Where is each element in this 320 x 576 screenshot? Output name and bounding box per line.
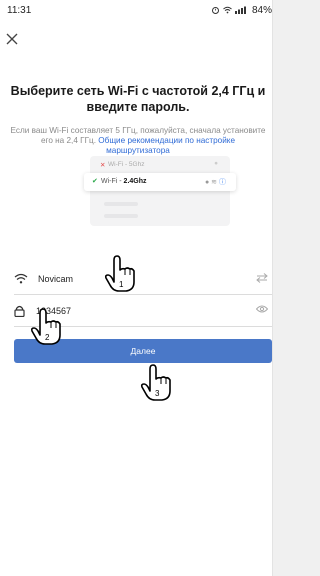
- wifi-status-icon: [223, 6, 232, 14]
- step-number-3: 3: [155, 389, 160, 398]
- pointing-hand-step1: 1: [104, 255, 135, 292]
- status-time: 11:31: [7, 5, 32, 16]
- router-tips-link[interactable]: Общие рекомендации по настройке маршрути…: [98, 136, 235, 155]
- switch-network-icon[interactable]: [256, 273, 268, 283]
- close-icon[interactable]: [5, 32, 19, 46]
- step-number-1: 1: [119, 280, 124, 289]
- page-subtitle: Если ваш Wi-Fi составляет 5 ГГц, пожалуй…: [10, 126, 266, 156]
- step-number-2: 2: [45, 333, 50, 342]
- check-icon: ✔: [92, 178, 98, 185]
- wifi-ssid-value[interactable]: Novicam: [38, 274, 73, 284]
- battery-level: 84%: [251, 5, 272, 16]
- cross-icon: ✕: [100, 162, 106, 169]
- placeholder-bar: [104, 214, 138, 218]
- wifi-icon: ≋: [211, 179, 218, 186]
- show-password-icon[interactable]: [256, 305, 268, 313]
- wifi-ssid-field[interactable]: Novicam: [14, 264, 272, 295]
- lock-icon: ●: [214, 160, 218, 167]
- signal-icon: [235, 6, 246, 14]
- lock-icon: ●: [204, 179, 210, 186]
- status-bar: 11:31 84%: [0, 0, 273, 22]
- pointing-hand-step2: 2: [30, 308, 61, 345]
- placeholder-bar: [104, 202, 138, 206]
- info-icon: ⓘ: [219, 179, 226, 186]
- illustration-row-24ghz: ✔ Wi-Fi - 2.4Ghz ● ≋ ⓘ: [84, 173, 236, 191]
- screen-edge: [272, 0, 273, 576]
- wifi-icon: [14, 273, 28, 284]
- alarm-icon: [212, 7, 219, 14]
- page-title: Выберите сеть Wi-Fi с частотой 2,4 ГГц и…: [10, 84, 266, 114]
- lock-icon: [14, 305, 25, 317]
- pointing-hand-step3: 3: [140, 364, 171, 401]
- app-screen: 11:31 84% Выберите сеть Wi-Fi с частотой…: [0, 0, 273, 576]
- illustration-row-5ghz: ✕ Wi-Fi - 5Ghz ●: [100, 160, 218, 169]
